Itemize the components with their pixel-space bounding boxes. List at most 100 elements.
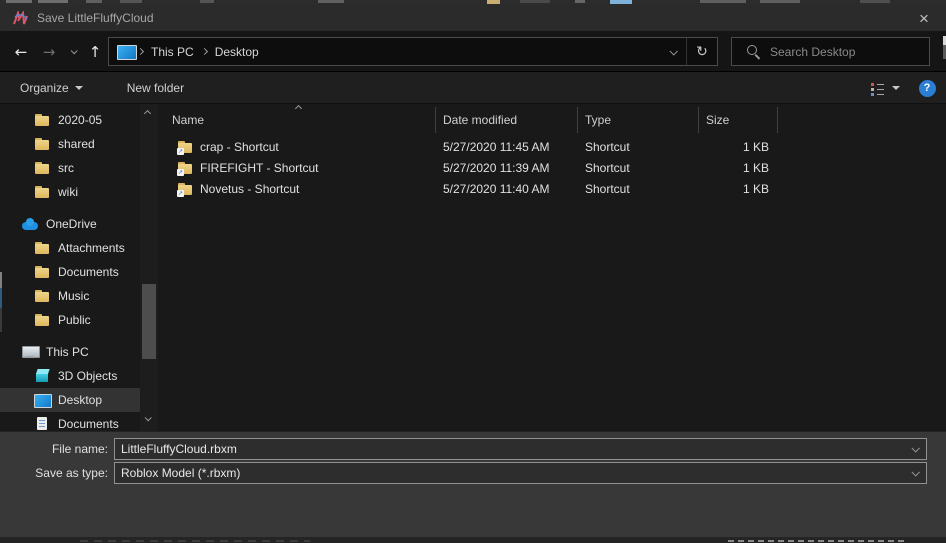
sidebar-item[interactable]: OneDrive — [0, 212, 140, 236]
help-button[interactable]: ? — [908, 72, 946, 104]
sidebar-item[interactable]: 2020-05 — [0, 108, 140, 132]
sidebar-item-label: Attachments — [58, 241, 125, 255]
file-size: 1 KB — [698, 140, 777, 154]
address-bar[interactable]: This PC Desktop ↻ — [108, 37, 718, 66]
sidebar-item[interactable]: Music — [0, 284, 140, 308]
3d-objects-cube-icon — [34, 368, 51, 384]
sidebar-item-label: This PC — [46, 345, 89, 359]
breadcrumb-desktop[interactable]: Desktop — [209, 38, 265, 65]
details-view-icon — [870, 82, 885, 95]
chevron-down-icon[interactable] — [911, 468, 919, 476]
bottom-panel: File name: Save as type: Roblox Model (*… — [0, 431, 946, 537]
edge-artifact — [0, 308, 2, 332]
sidebar-item[interactable]: 3D Objects — [0, 364, 140, 388]
close-button[interactable]: × — [902, 5, 946, 31]
sidebar-item[interactable]: Documents — [0, 412, 140, 431]
onedrive-cloud-icon — [22, 216, 39, 232]
column-divider[interactable] — [577, 107, 578, 133]
novetus-app-icon — [12, 11, 29, 26]
chevron-down-icon — [669, 47, 677, 55]
file-date-modified: 5/27/2020 11:45 AM — [435, 140, 577, 154]
sidebar-item-label: 3D Objects — [58, 369, 117, 383]
sidebar-item-label: Desktop — [58, 393, 102, 407]
file-row[interactable]: ↗ FIREFIGHT - Shortcut 5/27/2020 11:39 A… — [158, 157, 946, 178]
scroll-up-icon[interactable] — [144, 110, 151, 117]
main-area: 2020-05 shared src wiki — [0, 104, 946, 431]
column-header-type[interactable]: Type — [577, 104, 698, 136]
search-input[interactable] — [770, 45, 929, 59]
up-button[interactable]: ↑ — [83, 31, 107, 72]
new-folder-button[interactable]: New folder — [117, 72, 194, 104]
shortcut-folder-icon: ↗ — [177, 181, 194, 197]
folder-icon — [34, 112, 51, 128]
change-view-button[interactable] — [862, 72, 908, 104]
shortcut-arrow-icon: ↗ — [177, 190, 184, 197]
column-header-date-modified[interactable]: Date modified — [435, 104, 577, 136]
sidebar-item-label: src — [58, 161, 74, 175]
sidebar-item-label: Music — [58, 289, 89, 303]
save-as-type-label: Save as type: — [0, 466, 114, 480]
organize-button[interactable]: Organize — [10, 72, 93, 104]
close-icon: × — [919, 10, 929, 27]
back-button[interactable]: ← — [8, 31, 34, 72]
sidebar-scrollbar[interactable] — [140, 104, 158, 431]
scroll-down-icon[interactable] — [145, 414, 152, 421]
column-header-size[interactable]: Size — [698, 104, 777, 136]
organize-label: Organize — [20, 81, 69, 95]
sidebar-item-label: Public — [58, 313, 91, 327]
address-dropdown-button[interactable] — [660, 38, 686, 65]
file-row[interactable]: ↗ Novetus - Shortcut 5/27/2020 11:40 AM … — [158, 178, 946, 199]
folder-icon — [34, 312, 51, 328]
desktop-monitor-icon — [34, 392, 51, 408]
file-name-combobox[interactable] — [114, 438, 927, 460]
shortcut-arrow-icon: ↗ — [177, 148, 184, 155]
column-divider[interactable] — [698, 107, 699, 133]
chevron-down-icon — [75, 86, 83, 90]
file-name-input[interactable] — [115, 439, 926, 459]
recent-locations-button[interactable] — [63, 31, 83, 72]
file-type: Shortcut — [577, 161, 698, 175]
column-divider[interactable] — [777, 107, 778, 133]
sidebar-item[interactable]: Documents — [0, 260, 140, 284]
sidebar-item[interactable]: This PC — [0, 340, 140, 364]
sidebar-tree: 2020-05 shared src wiki — [0, 104, 158, 431]
back-arrow-icon: ← — [15, 43, 28, 61]
forward-button[interactable]: → — [36, 31, 62, 72]
chevron-down-icon — [70, 47, 77, 54]
sidebar-item[interactable]: src — [0, 156, 140, 180]
search-icon — [746, 44, 761, 59]
file-type: Shortcut — [577, 182, 698, 196]
file-name: crap - Shortcut — [200, 140, 279, 154]
command-toolbar: Organize New folder ? — [0, 72, 946, 104]
sidebar-item-label: 2020-05 — [58, 113, 102, 127]
column-headers: Name Date modified Type Size — [158, 104, 946, 136]
column-divider[interactable] — [435, 107, 436, 133]
title-bar: Save LittleFluffyCloud × — [0, 5, 946, 31]
refresh-button[interactable]: ↻ — [687, 38, 717, 65]
sidebar-item[interactable]: Attachments — [0, 236, 140, 260]
file-list: Name Date modified Type Size — [158, 104, 946, 431]
sidebar-item[interactable]: Desktop — [0, 388, 140, 412]
edge-artifact — [0, 272, 2, 288]
file-name: FIREFIGHT - Shortcut — [200, 161, 318, 175]
scrollbar-thumb[interactable] — [142, 284, 156, 359]
save-as-type-combobox[interactable]: Roblox Model (*.rbxm) — [114, 462, 927, 484]
sidebar-item[interactable]: wiki — [0, 180, 140, 204]
breadcrumb-chevron-icon — [201, 48, 208, 55]
file-name-label: File name: — [0, 442, 114, 456]
sidebar-item[interactable]: shared — [0, 132, 140, 156]
edge-artifact — [0, 288, 2, 308]
shortcut-folder-icon: ↗ — [177, 160, 194, 176]
breadcrumb-this-pc[interactable]: This PC — [145, 38, 200, 65]
file-name: Novetus - Shortcut — [200, 182, 299, 196]
sidebar-item[interactable]: Public — [0, 308, 140, 332]
window-title: Save LittleFluffyCloud — [37, 11, 154, 25]
this-pc-icon — [22, 344, 39, 360]
save-dialog-window: Save LittleFluffyCloud × ← → ↑ This PC D… — [0, 0, 946, 543]
this-pc-icon — [116, 44, 136, 60]
file-date-modified: 5/27/2020 11:39 AM — [435, 161, 577, 175]
folder-icon — [34, 136, 51, 152]
sidebar-item-label: Documents — [58, 265, 119, 279]
file-row[interactable]: ↗ crap - Shortcut 5/27/2020 11:45 AM Sho… — [158, 136, 946, 157]
up-arrow-icon: ↑ — [89, 43, 102, 61]
